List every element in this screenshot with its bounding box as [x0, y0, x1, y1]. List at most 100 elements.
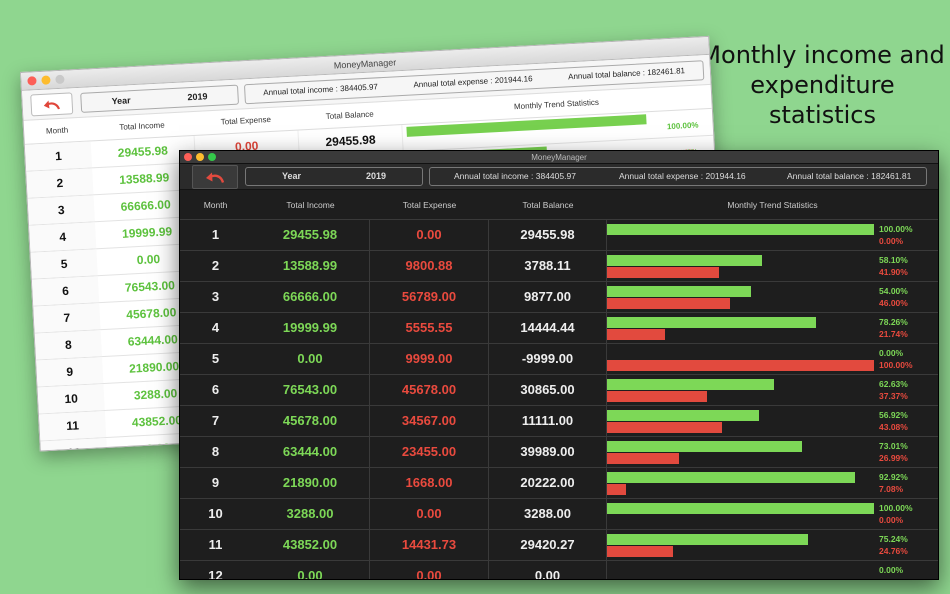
row-month: 12	[208, 568, 223, 580]
expense-percent: 0.00%	[879, 577, 903, 580]
light-traffic-lights	[27, 74, 65, 86]
expense-percent: 37.37%	[879, 390, 908, 401]
income-percent: 100.00%	[879, 503, 913, 513]
light-row-month: 8	[34, 330, 102, 360]
undo-arrow-icon	[43, 100, 61, 110]
annual-income: Annual total income : 384405.97	[454, 171, 576, 181]
expense-percent: 41.90%	[879, 266, 908, 277]
table-row[interactable]: 11 43852.00 14431.73 29420.27 75.24% 24.76%	[180, 530, 938, 561]
row-percentages: 0.00% 100.00%	[879, 348, 913, 371]
light-year-value: 2019	[187, 91, 208, 103]
close-icon[interactable]	[27, 76, 37, 86]
row-percentages: 0.00% 0.00%	[879, 565, 903, 580]
row-income: 3288.00	[251, 499, 370, 529]
expense-percent: 100.00%	[879, 359, 913, 370]
expense-percent: 46.00%	[879, 297, 908, 308]
table-row[interactable]: 2 13588.99 9800.88 3788.11 58.10% 41.90%	[180, 251, 938, 282]
row-income: 66666.00	[251, 282, 370, 312]
table-row[interactable]: 120.000.000.000.00%0.00%	[180, 561, 938, 580]
annual-summary: Annual total income : 384405.97 Annual t…	[429, 167, 927, 186]
row-trend: 58.10% 41.90%	[607, 251, 938, 281]
row-expense: 34567.00	[370, 406, 489, 436]
row-balance: 14444.44	[489, 313, 607, 343]
income-bar	[607, 534, 808, 545]
income-bar	[607, 410, 759, 421]
expense-percent: 7.08%	[879, 483, 904, 494]
row-balance: 9877.00	[489, 282, 607, 312]
light-back-button[interactable]	[30, 92, 74, 117]
row-month: 4	[211, 320, 220, 335]
table-row[interactable]: 10 3288.00 0.00 3288.00 100.00% 0.00%	[180, 499, 938, 530]
headline: Monthly income and expenditure statistic…	[700, 40, 945, 130]
table-row[interactable]: 3 66666.00 56789.00 9877.00 54.00% 46.00%	[180, 282, 938, 313]
income-percent: 0.00%	[879, 348, 904, 358]
row-balance: 20222.00	[489, 468, 607, 498]
light-row-month: 11	[38, 411, 107, 441]
expense-bar	[607, 329, 666, 340]
income-bar	[607, 286, 752, 297]
income-percent: 56.92%	[879, 410, 908, 420]
dark-window: MoneyManager Year 2019 Annual total inco…	[179, 150, 939, 580]
row-balance: 39989.00	[489, 437, 607, 467]
light-col-month: Month	[45, 125, 69, 136]
zoom-icon[interactable]	[55, 74, 65, 85]
row-expense: 1668.00	[370, 468, 489, 498]
expense-percent: 24.76%	[879, 545, 908, 556]
row-trend: 92.92% 7.08%	[607, 468, 938, 498]
table-row[interactable]: 4 19999.99 5555.55 14444.44 78.26% 21.74%	[180, 313, 938, 344]
row-expense: 23455.00	[370, 437, 489, 467]
income-percent: 73.01%	[879, 441, 908, 451]
row-month: 1	[211, 227, 220, 242]
minimize-icon[interactable]	[196, 153, 204, 161]
table-row[interactable]: 6 76543.00 45678.00 30865.00 62.63% 37.37%	[180, 375, 938, 406]
row-trend: 0.00% 0.00%	[607, 561, 938, 580]
row-trend: 56.92% 43.08%	[607, 406, 938, 436]
row-month: 9	[211, 475, 220, 490]
row-balance: 30865.00	[489, 375, 607, 405]
row-month: 10	[208, 506, 223, 521]
expense-bar	[607, 422, 723, 433]
row-month: 2	[211, 258, 220, 273]
row-income: 63444.00	[251, 437, 370, 467]
income-percent: 58.10%	[879, 255, 908, 265]
row-balance: 11111.00	[489, 406, 607, 436]
row-income: 76543.00	[251, 375, 370, 405]
income-percent: 62.63%	[879, 379, 908, 389]
row-month: 5	[211, 351, 220, 366]
row-percentages: 58.10% 41.90%	[879, 255, 908, 278]
income-percent: 75.24%	[879, 534, 908, 544]
row-percentages: 62.63% 37.37%	[879, 379, 908, 402]
row-expense: 45678.00	[370, 375, 489, 405]
row-trend: 0.00% 100.00%	[607, 344, 938, 374]
year-selector[interactable]: Year 2019	[245, 167, 423, 186]
row-income: 19999.99	[251, 313, 370, 343]
table-row[interactable]: 9 21890.00 1668.00 20222.00 92.92% 7.08%	[180, 468, 938, 499]
row-balance: 29420.27	[489, 530, 607, 560]
income-percent: 78.26%	[879, 317, 908, 327]
back-button[interactable]	[192, 165, 238, 189]
table-row[interactable]: 7 45678.00 34567.00 11111.00 56.92% 43.08%	[180, 406, 938, 437]
row-month: 6	[211, 382, 220, 397]
year-label: Year	[282, 171, 302, 181]
row-expense: 56789.00	[370, 282, 489, 312]
zoom-icon[interactable]	[208, 153, 216, 161]
row-income: 13588.99	[251, 251, 370, 281]
table-row[interactable]: 5 0.00 9999.00 -9999.00 0.00% 100.00%	[180, 344, 938, 375]
row-balance: 29455.98	[489, 220, 607, 250]
col-expense: Total Expense	[402, 200, 457, 210]
dark-traffic-lights	[184, 153, 216, 161]
row-percentages: 100.00% 0.00%	[879, 503, 913, 526]
row-month: 8	[211, 444, 220, 459]
income-bar	[607, 472, 856, 483]
table-row[interactable]: 1 29455.98 0.00 29455.98 100.00% 0.00%	[180, 220, 938, 251]
row-income: 29455.98	[251, 220, 370, 250]
dark-toolbar: Year 2019 Annual total income : 384405.9…	[180, 164, 938, 190]
close-icon[interactable]	[184, 153, 192, 161]
row-income: 0.00	[251, 561, 370, 579]
light-annual-balance: Annual total balance : 182461.81	[567, 66, 686, 82]
minimize-icon[interactable]	[41, 75, 51, 85]
row-percentages: 78.26% 21.74%	[879, 317, 908, 340]
income-bar	[607, 224, 874, 235]
light-year-selector[interactable]: Year 2019	[80, 84, 240, 113]
table-row[interactable]: 8 63444.00 23455.00 39989.00 73.01% 26.99%	[180, 437, 938, 468]
